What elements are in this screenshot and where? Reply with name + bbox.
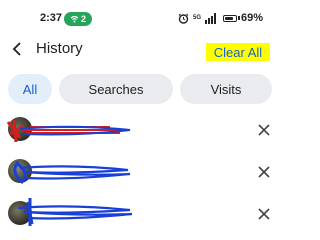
- status-icons: 5G: [178, 11, 240, 25]
- remove-item-button[interactable]: [254, 162, 274, 182]
- tab-searches[interactable]: Searches: [59, 74, 173, 104]
- tab-visits[interactable]: Visits: [180, 74, 272, 104]
- clear-all-button[interactable]: Clear All: [206, 43, 270, 61]
- battery-icon: [223, 14, 240, 22]
- alarm-icon: [178, 13, 189, 24]
- redaction-scribble: [17, 198, 133, 226]
- hotspot-badge: 2: [64, 12, 92, 26]
- back-button[interactable]: [6, 38, 28, 60]
- network-label: 5G: [193, 15, 202, 21]
- redaction-scribble: [6, 119, 131, 143]
- remove-item-button[interactable]: [254, 120, 274, 140]
- page-title: History: [36, 40, 83, 57]
- filter-tabs: All Searches Visits: [0, 74, 282, 104]
- remove-item-button[interactable]: [254, 204, 274, 224]
- redaction-scribble: [13, 161, 131, 185]
- chevron-left-icon: [12, 42, 21, 56]
- hotspot-icon: [70, 15, 79, 23]
- hotspot-count: 2: [80, 14, 86, 24]
- status-time: 2:37: [40, 12, 63, 24]
- signal-icon: [205, 12, 217, 24]
- history-item[interactable]: [0, 196, 282, 232]
- close-icon: [258, 166, 270, 178]
- close-icon: [258, 208, 270, 220]
- battery-percent: 69%: [241, 12, 264, 24]
- history-item[interactable]: [0, 112, 282, 148]
- close-icon: [258, 124, 270, 136]
- history-item[interactable]: [0, 154, 282, 190]
- battery-fill: [225, 16, 234, 20]
- tab-all[interactable]: All: [8, 74, 52, 104]
- status-bar: 2:37 2 5G 69%: [0, 0, 282, 36]
